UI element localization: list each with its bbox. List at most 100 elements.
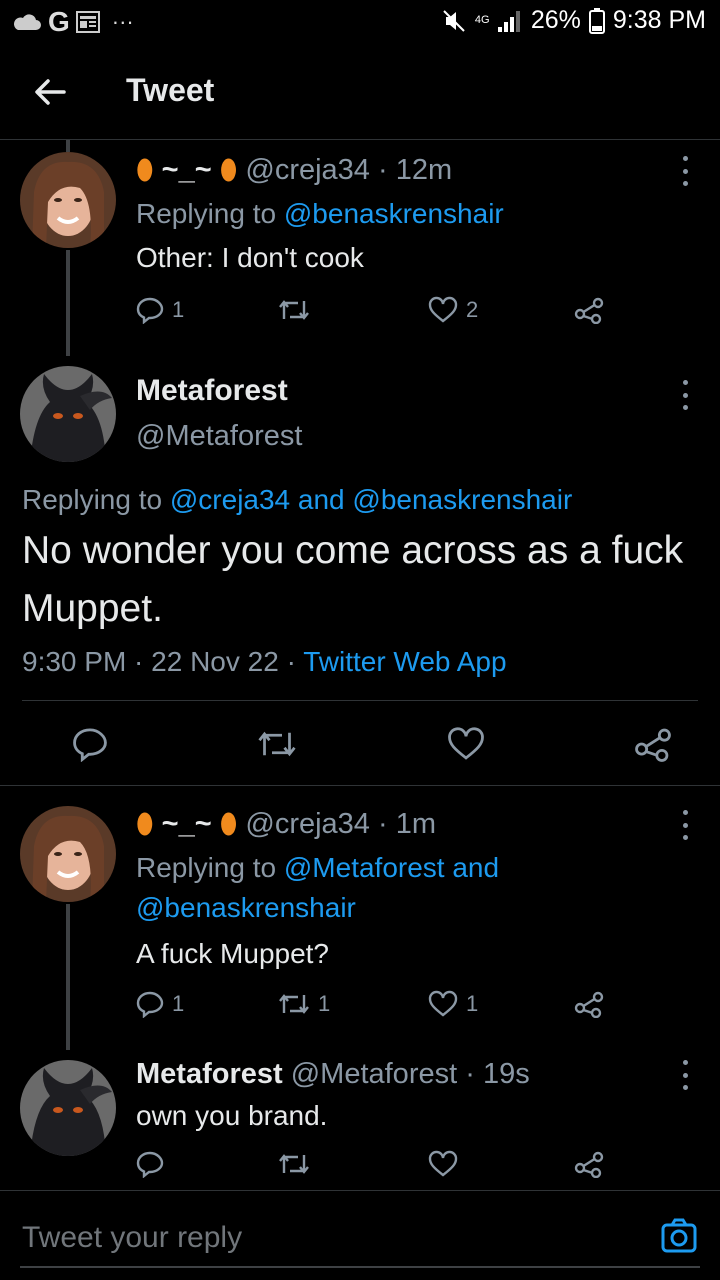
handle[interactable]: @Metaforest [291, 1058, 457, 1090]
tweet-text: own you brand. [136, 1100, 328, 1131]
replying-to: Replying to @creja34 and @benaskrenshair [22, 480, 572, 520]
status-bar: G ··· 4G 26% 9:38 PM [0, 0, 720, 44]
retweet-icon [279, 300, 309, 320]
battery-percent: 26% [530, 6, 581, 34]
share-icon [574, 297, 604, 324]
thread-line [66, 904, 70, 1050]
reply-button[interactable]: 1 [136, 990, 278, 1018]
like-count: 1 [466, 991, 479, 1016]
reply-button[interactable]: 1 [136, 296, 278, 324]
avatar-creja34[interactable] [20, 806, 116, 902]
more-options-icon[interactable] [680, 1060, 690, 1090]
retweet-icon[interactable] [257, 727, 297, 761]
share-button[interactable] [574, 1150, 604, 1178]
replying-to-link[interactable]: @creja34 and @benaskrenshair [170, 484, 572, 515]
retweet-button[interactable]: 1 [278, 991, 428, 1017]
display-name[interactable]: Metaforest [136, 1058, 283, 1090]
like-button[interactable]: 2 [428, 296, 574, 324]
reply-composer[interactable]: Tweet your reply [0, 1190, 720, 1280]
tweet-header: ⬮ ~_~ ⬮ @creja34 · 1m [136, 808, 436, 841]
tweet-timestamp: 9:30 PM · 22 Nov 22 · Twitter Web App [22, 642, 507, 682]
avatar-metaforest[interactable] [20, 366, 116, 462]
tweet-time: · 1m [378, 808, 436, 840]
reply-icon [136, 991, 164, 1018]
display-name[interactable]: ~_~ [162, 154, 212, 186]
status-left: G ··· [12, 6, 134, 38]
cloud-icon [14, 14, 41, 30]
status-right: 4G 26% 9:38 PM [441, 6, 706, 35]
replying-to: Replying to @benaskrenshair [136, 194, 504, 234]
share-button[interactable] [574, 990, 604, 1018]
share-icon [574, 1151, 604, 1178]
leaf-emoji-icon: ⬮ [136, 154, 154, 185]
page-title: Tweet [126, 72, 215, 108]
news-icon [75, 11, 100, 33]
clock: 9:38 PM [612, 6, 706, 34]
like-button[interactable]: 1 [428, 990, 574, 1018]
focused-tweet-text: No wonder you come across as a fuck Mupp… [22, 529, 684, 630]
tweet-actions: 1 1 1 [136, 990, 606, 1018]
reply-icon[interactable] [72, 726, 108, 762]
handle[interactable]: @creja34 [245, 154, 370, 186]
reply-count: 1 [172, 297, 185, 322]
replying-to-link[interactable]: @benaskrenshair [136, 888, 356, 928]
reply-input[interactable]: Tweet your reply [22, 1221, 242, 1255]
camera-icon[interactable] [660, 1217, 698, 1255]
leaf-emoji-icon: ⬮ [219, 154, 238, 185]
like-count: 2 [466, 297, 479, 322]
tweet-time: · 12m [378, 154, 453, 186]
retweet-button[interactable] [278, 297, 428, 323]
display-name[interactable]: ~_~ [162, 808, 212, 840]
more-options-icon[interactable] [680, 810, 690, 840]
replying-prefix: Replying to [136, 852, 277, 883]
focused-tweet-actions [72, 726, 672, 762]
avatar-creja34[interactable] [20, 152, 116, 248]
tweet-header: Metaforest @Metaforest · 19s [136, 1058, 530, 1091]
heart-icon [428, 296, 458, 323]
thread-line [66, 250, 70, 356]
tweet-actions [136, 1150, 606, 1178]
reply-count: 1 [172, 991, 185, 1016]
replying-prefix: Replying to [22, 484, 163, 515]
like-button[interactable] [428, 1150, 574, 1178]
divider [0, 785, 720, 786]
heart-icon[interactable] [447, 726, 485, 762]
replying-to-link[interactable]: @Metaforest and [284, 852, 499, 883]
timestamp: 9:30 PM · 22 Nov 22 · [22, 646, 296, 677]
reply-icon [136, 297, 164, 324]
retweet-icon [279, 994, 309, 1014]
more-options-icon[interactable] [680, 156, 690, 186]
share-icon[interactable] [634, 726, 672, 762]
back-arrow-icon[interactable] [30, 72, 70, 112]
divider [22, 700, 698, 701]
network-type-icon: 4G [474, 14, 490, 26]
signal-icon [497, 10, 520, 32]
tweet-actions: 1 2 [136, 296, 606, 324]
share-icon [574, 991, 604, 1018]
display-name[interactable]: Metaforest [136, 374, 288, 408]
share-button[interactable] [574, 296, 604, 324]
tweet-text: Other: I don't cook [136, 242, 364, 273]
handle[interactable]: @creja34 [245, 808, 370, 840]
avatar-metaforest[interactable] [20, 1060, 116, 1156]
reply-button[interactable] [136, 1150, 278, 1178]
tweet-header: ⬮ ~_~ ⬮ @creja34 · 12m [136, 154, 452, 187]
replying-to-link[interactable]: @benaskrenshair [284, 198, 504, 229]
heart-icon [428, 990, 458, 1017]
leaf-emoji-icon: ⬮ [136, 808, 154, 839]
retweet-button[interactable] [278, 1151, 428, 1177]
replying-prefix: Replying to [136, 198, 277, 229]
handle[interactable]: @Metaforest [136, 420, 302, 453]
more-options-icon[interactable] [680, 380, 690, 410]
more-dots-icon: ··· [111, 9, 134, 34]
thread-line [66, 140, 70, 152]
tweet-time: · 19s [465, 1058, 530, 1090]
top-app-bar: Tweet [0, 44, 720, 140]
reply-icon [136, 1151, 164, 1178]
google-icon: G [48, 6, 70, 37]
leaf-emoji-icon: ⬮ [219, 808, 238, 839]
replying-to: Replying to @Metaforest and [136, 848, 499, 888]
retweet-count: 1 [318, 991, 331, 1016]
tweet-text: A fuck Muppet? [136, 938, 330, 969]
client-link[interactable]: Twitter Web App [303, 646, 506, 677]
